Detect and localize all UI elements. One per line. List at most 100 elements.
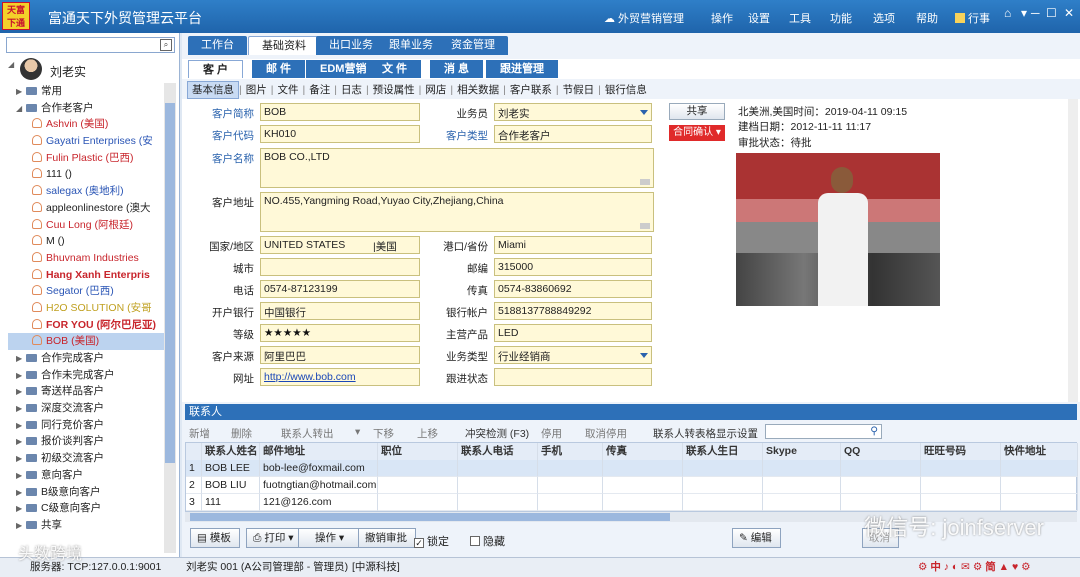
scroll-down-icon[interactable] <box>640 179 650 185</box>
scrollbar-thumb[interactable] <box>190 513 670 521</box>
column-header[interactable]: 旺旺号码 <box>921 443 1001 460</box>
detail-tab[interactable]: 节假日 <box>559 82 599 98</box>
tree-group[interactable]: ▶ 意向客户 <box>8 467 166 484</box>
column-header[interactable]: 联系人电话 <box>458 443 538 460</box>
contacts-tool-button[interactable]: 下移 <box>373 426 394 441</box>
contacts-filter-input[interactable]: ⚲ <box>765 424 882 439</box>
expand-arrow-icon[interactable]: ▶ <box>16 351 26 367</box>
contacts-tool-button[interactable]: 冲突检测 (F3) <box>465 426 529 441</box>
pin-icon[interactable]: ⚲ <box>870 425 878 437</box>
revoke-approval-button[interactable]: 撤销审批 <box>358 528 416 548</box>
column-header[interactable]: Skype <box>763 443 841 460</box>
tab-finance[interactable]: 资金管理 <box>438 36 508 55</box>
tab-messages[interactable]: 消 息 <box>430 60 484 78</box>
expand-arrow-icon[interactable]: ▶ <box>16 418 26 434</box>
tree-customer[interactable]: Segator (巴西) <box>8 283 166 300</box>
contacts-tool-button[interactable]: 停用 <box>541 426 562 441</box>
sidebar-search-input[interactable]: ⌕ <box>6 37 175 53</box>
follow-field[interactable] <box>494 368 652 386</box>
detail-tab[interactable]: 图片 <box>242 82 271 98</box>
contacts-tool-button[interactable]: 取消停用 <box>585 426 627 441</box>
city-field[interactable] <box>260 258 420 276</box>
detail-tab[interactable]: 预设属性 <box>369 82 419 98</box>
hide-checkbox[interactable]: 隐藏 <box>470 533 505 549</box>
close-button[interactable]: ✕ <box>1064 6 1074 20</box>
tree-customer[interactable]: Hang Xanh Enterpris <box>8 267 166 284</box>
skin-menu-icon[interactable]: ▾ <box>1021 6 1027 20</box>
tab-email[interactable]: 邮 件 <box>252 60 306 78</box>
salesman-select[interactable]: 刘老实 <box>494 103 652 121</box>
detail-tab[interactable]: 日志 <box>337 82 366 98</box>
column-header[interactable]: 联系人生日 <box>683 443 763 460</box>
detail-tab[interactable]: 网店 <box>421 82 450 98</box>
tree-customer[interactable]: Ashvin (美国) <box>8 116 166 133</box>
column-header[interactable]: 邮件地址 <box>260 443 378 460</box>
menu-settings[interactable]: 设置 <box>748 10 770 26</box>
column-header[interactable]: 快件地址 <box>1001 443 1078 460</box>
table-row[interactable]: 3 111 121@126.com <box>186 494 1078 511</box>
biztype-select[interactable]: 行业经销商 <box>494 346 652 364</box>
maximize-button[interactable]: ☐ <box>1046 6 1057 20</box>
contacts-tool-button[interactable]: 删除 <box>231 426 252 441</box>
tree-group[interactable]: ▶ 合作未完成客户 <box>8 367 166 384</box>
expand-arrow-icon[interactable]: ▶ <box>16 468 26 484</box>
tree-customer[interactable]: appleonlinestore (澳大 <box>8 200 166 217</box>
expand-arrow-icon[interactable]: ▶ <box>16 384 26 400</box>
system-tray[interactable]: ⚙ 中 ♪ ◐ ✉ ⚙ 简 ▲ ♥ ⚙ <box>918 558 1031 577</box>
grade-field[interactable]: ★★★★★ <box>260 324 420 342</box>
address-field[interactable]: NO.455,Yangming Road,Yuyao City,Zhejiang… <box>260 192 654 232</box>
tab-customer[interactable]: 客 户 <box>188 60 244 78</box>
expand-arrow-icon[interactable]: ▶ <box>16 451 26 467</box>
table-row[interactable]: 2 BOB LIU fuotngtian@hotmail.com <box>186 477 1078 494</box>
tree-customer[interactable]: Gayatri Enterprises (安 <box>8 133 166 150</box>
tree-group[interactable]: ▶ 寄送样品客户 <box>8 383 166 400</box>
tree-customer[interactable]: FOR YOU (阿尔巴尼亚) <box>8 317 166 334</box>
tree-group[interactable]: ▶ 初级交流客户 <box>8 450 166 467</box>
column-header[interactable] <box>186 443 202 460</box>
expand-arrow-icon[interactable]: ▶ <box>16 518 26 534</box>
menu-operate[interactable]: 操作 <box>711 10 733 26</box>
tree-group[interactable]: ▶ 深度交流客户 <box>8 400 166 417</box>
tab-files[interactable]: 文 件 <box>368 60 422 78</box>
contacts-tool-button[interactable]: ▾ <box>355 426 360 438</box>
minimize-button[interactable]: ─ <box>1031 6 1040 20</box>
column-header[interactable]: QQ <box>841 443 921 460</box>
detail-tab[interactable]: 备注 <box>305 82 334 98</box>
detail-tab[interactable]: 文件 <box>273 82 302 98</box>
tree-group[interactable]: ▶ 同行竞价客户 <box>8 417 166 434</box>
print-button[interactable]: ⎙ 打印 ▾ <box>246 528 303 548</box>
detail-tab[interactable]: 银行信息 <box>601 82 651 98</box>
tab-workbench[interactable]: 工作台 <box>188 36 247 55</box>
type-field[interactable]: 合作老客户 <box>494 125 652 143</box>
contacts-tool-button[interactable]: 联系人转表格显示设置 <box>653 426 758 441</box>
contacts-tool-button[interactable]: 联系人转出 <box>281 426 334 441</box>
detail-tab[interactable]: 基本信息 <box>187 81 239 99</box>
template-button[interactable]: ▤ 模板 <box>190 528 240 548</box>
account-field[interactable]: 5188137788849292 <box>494 302 652 320</box>
port-field[interactable]: Miami <box>494 236 652 254</box>
tree-group[interactable]: ▶ 常用 <box>8 83 166 100</box>
tree-group[interactable]: ▶ C级意向客户 <box>8 500 166 517</box>
table-row[interactable]: 1 BOB LEE bob-lee@foxmail.com <box>186 460 1078 477</box>
tree-customer[interactable]: Fulin Plastic (巴西) <box>8 150 166 167</box>
edit-button[interactable]: ✎ 编辑 <box>732 528 781 548</box>
share-button[interactable]: 共享 <box>669 103 725 120</box>
menu-calendar[interactable]: 行事 <box>955 10 990 26</box>
column-header[interactable]: 联系人姓名 <box>202 443 260 460</box>
customer-photo[interactable] <box>736 153 940 306</box>
tree-group[interactable]: ▶ 合作完成客户 <box>8 350 166 367</box>
menu-tools[interactable]: 工具 <box>789 10 811 26</box>
tree-customer[interactable]: salegax (奥地利) <box>8 183 166 200</box>
tree-group[interactable]: ▶ 报价谈判客户 <box>8 433 166 450</box>
phone-field[interactable]: 0574-87123199 <box>260 280 420 298</box>
contract-confirm-button[interactable]: 合同确认 ▾ <box>669 125 725 141</box>
country-field[interactable]: UNITED STATES |美国 <box>260 236 420 254</box>
tree-customer[interactable]: Bhuvnam Industries <box>8 250 166 267</box>
expand-arrow-icon[interactable]: ▶ <box>16 434 26 450</box>
tree-customer[interactable]: H2O SOLUTION (安哥 <box>8 300 166 317</box>
tree-customer[interactable]: BOB (美国) <box>8 333 166 350</box>
code-field[interactable]: KH010 <box>260 125 420 143</box>
form-scrollbar[interactable] <box>1068 99 1078 402</box>
tree-group[interactable]: ▶ B级意向客户 <box>8 484 166 501</box>
expand-arrow-icon[interactable]: ▶ <box>16 368 26 384</box>
